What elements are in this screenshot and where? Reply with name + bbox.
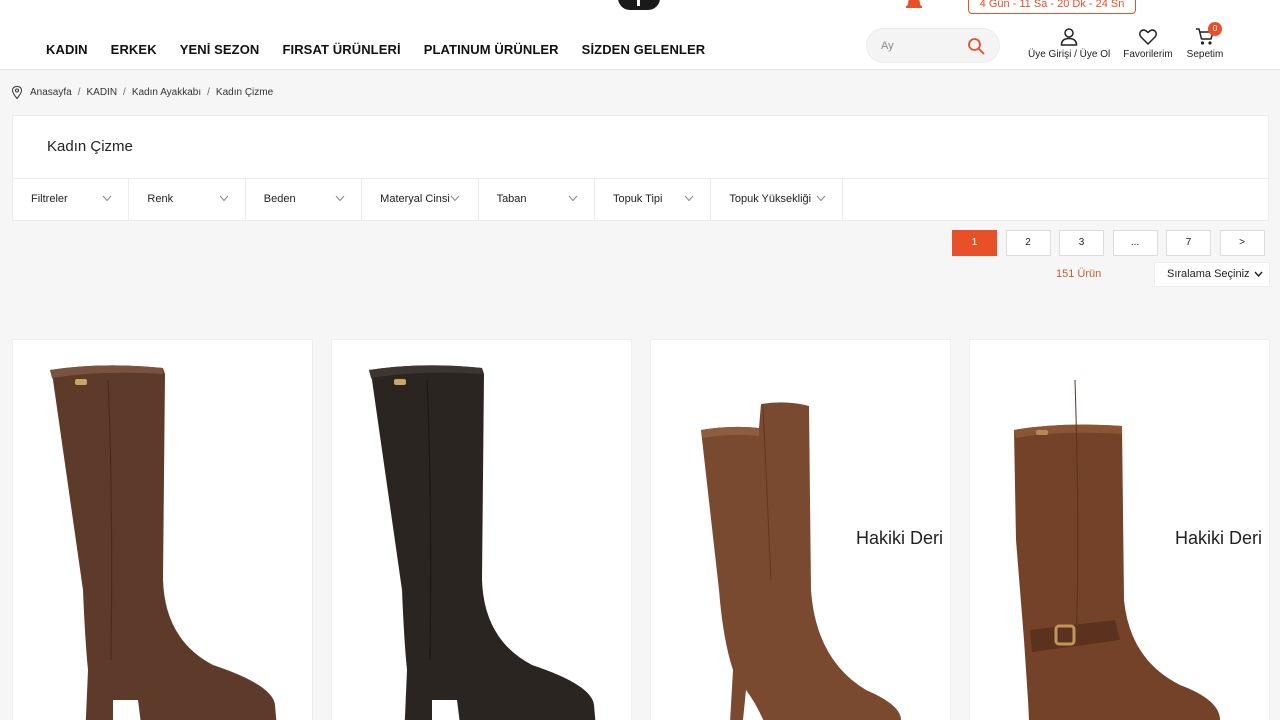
product-card[interactable] xyxy=(12,339,313,720)
filter-label: Topuk Yüksekliği xyxy=(729,193,812,205)
heart-icon xyxy=(1139,29,1157,45)
user-icon xyxy=(1060,28,1078,46)
account-link[interactable]: Üye Girişi / Üye Ol xyxy=(1028,28,1110,60)
product-card[interactable]: Hakiki Deri xyxy=(969,339,1270,720)
main-nav: KADIN ERKEK YENİ SEZON FIRSAT ÜRÜNLERİ P… xyxy=(46,42,728,57)
product-count: 151 Ürün xyxy=(1056,268,1102,280)
favorites-label: Favorilerim xyxy=(1123,49,1173,60)
page-button-7[interactable]: 7 xyxy=(1166,230,1211,256)
breadcrumb-anasayfa[interactable]: Anasayfa xyxy=(30,87,72,98)
account-label: Üye Girişi / Üye Ol xyxy=(1028,49,1111,60)
chevron-down-icon xyxy=(450,195,459,202)
breadcrumb-kadin-cizme[interactable]: Kadın Çizme xyxy=(216,87,273,98)
sort-select[interactable]: Sıralama Seçiniz xyxy=(1154,262,1270,287)
product-card[interactable] xyxy=(331,339,632,720)
filter-label: Filtreler xyxy=(31,193,68,205)
sort-label: Sıralama Seçiniz xyxy=(1167,268,1250,280)
nav-item-yeni-sezon[interactable]: YENİ SEZON xyxy=(180,42,260,57)
product-badge: Hakiki Deri xyxy=(856,528,944,548)
nav-item-sizden-gelenler[interactable]: SİZDEN GELENLER xyxy=(582,42,706,57)
chevron-down-icon xyxy=(335,195,345,202)
chevron-down-icon xyxy=(219,195,229,202)
filter-label: Topuk Tipi xyxy=(612,193,663,205)
product-badge: Hakiki Deri xyxy=(1175,528,1263,548)
filter-bar: Filtreler Renk Beden Materyal Cinsi Taba… xyxy=(13,178,1270,221)
page-button-2[interactable]: 2 xyxy=(1005,230,1051,256)
breadcrumb: Anasayfa / KADIN / Kadın Ayakkabı / Kadı… xyxy=(12,86,273,99)
filter-label: Materyal Cinsi xyxy=(380,193,450,205)
nav-item-kadin[interactable]: KADIN xyxy=(46,42,88,57)
filter-label: Renk xyxy=(147,193,174,205)
page-button-ellipsis[interactable]: ... xyxy=(1112,230,1158,256)
product-card[interactable]: Hakiki Deri xyxy=(650,339,951,720)
cart-count-badge: 0 xyxy=(1208,22,1222,36)
next-page-button[interactable]: > xyxy=(1219,230,1265,256)
breadcrumb-kadin[interactable]: KADIN xyxy=(86,87,117,98)
brand-logo[interactable] xyxy=(618,0,660,10)
filter-topuk-yuksekligi[interactable]: Topuk Yüksekliği xyxy=(711,179,844,221)
product-image xyxy=(369,365,596,720)
cart-label: Sepetim xyxy=(1186,49,1224,60)
breadcrumb-separator: / xyxy=(123,87,126,98)
filter-topuk-tipi[interactable]: Topuk Tipi xyxy=(595,179,712,221)
campaign-countdown[interactable]: 4 Gün - 11 Sa - 20 Dk - 24 Sn xyxy=(968,0,1136,14)
nav-item-platinum-urunler[interactable]: PLATINUM ÜRÜNLER xyxy=(424,42,559,57)
site-header: 4 Gün - 11 Sa - 20 Dk - 24 Sn KADIN ERKE… xyxy=(0,0,1280,70)
page-title: Kadın Çizme xyxy=(47,138,133,155)
page-button-3[interactable]: 3 xyxy=(1059,230,1104,256)
chevron-down-icon xyxy=(816,195,826,202)
filter-label: Taban xyxy=(496,193,527,205)
filter-taban[interactable]: Taban xyxy=(479,179,595,221)
chevron-down-icon xyxy=(684,195,694,202)
location-pin-icon xyxy=(12,86,22,99)
pagination: 1 2 3 ... 7 > xyxy=(952,230,1273,256)
filter-label: Beden xyxy=(263,193,296,205)
product-image xyxy=(50,365,277,720)
filter-renk[interactable]: Renk xyxy=(129,179,246,221)
nav-item-erkek[interactable]: ERKEK xyxy=(111,42,157,57)
nav-item-firsat-urunleri[interactable]: FIRSAT ÜRÜNLERİ xyxy=(282,42,400,57)
search-icon[interactable] xyxy=(967,37,985,55)
category-panel: Kadın Çizme Filtreler Renk Beden Materya… xyxy=(12,115,1270,221)
cart-link[interactable]: Sepetim 0 xyxy=(1183,22,1227,60)
favorites-link[interactable]: Favorilerim xyxy=(1120,28,1176,60)
filter-beden[interactable]: Beden xyxy=(246,179,363,221)
chevron-down-icon xyxy=(103,195,112,202)
search-input[interactable] xyxy=(881,37,961,55)
filter-filtreler[interactable]: Filtreler xyxy=(13,179,130,221)
search-box xyxy=(866,28,1000,63)
bell-icon[interactable] xyxy=(905,0,923,10)
filter-materyal-cinsi[interactable]: Materyal Cinsi xyxy=(362,179,479,221)
chevron-down-icon xyxy=(1254,271,1263,277)
breadcrumb-separator: / xyxy=(77,87,81,98)
product-grid: Hakiki Deri Hakiki Deri xyxy=(12,339,1270,720)
chevron-down-icon xyxy=(568,195,578,202)
page-button-1[interactable]: 1 xyxy=(952,230,997,256)
breadcrumb-kadin-ayakkabi[interactable]: Kadın Ayakkabı xyxy=(132,87,201,98)
breadcrumb-separator: / xyxy=(207,87,210,98)
